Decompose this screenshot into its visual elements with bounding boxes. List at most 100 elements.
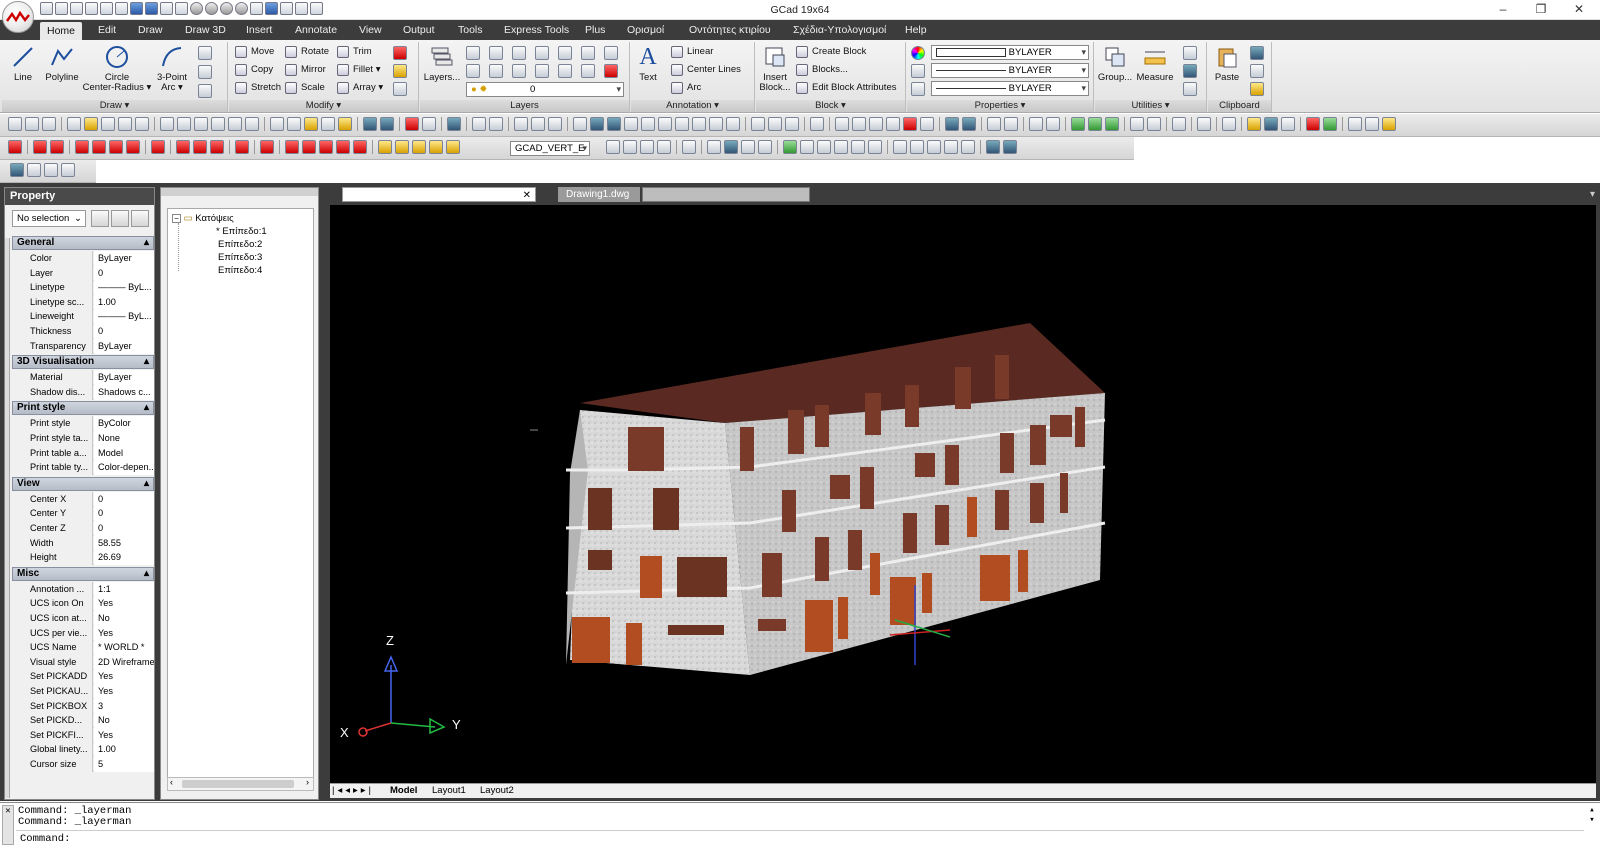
layer-tool-icon[interactable] [466,64,480,78]
tb2-wall2-icon[interactable] [193,140,207,154]
property-value[interactable]: Yes [94,625,154,641]
layer-dropdown[interactable]: ● ✹ 0 [466,82,624,97]
color-dropdown[interactable]: BYLAYER [931,45,1089,60]
property-value[interactable]: 0 [94,521,154,536]
layer-delete-icon[interactable] [604,64,618,78]
tb-help-icon[interactable] [447,117,461,131]
scroll-right-icon[interactable]: › [306,777,309,787]
tb-delete-icon[interactable] [903,117,917,131]
tb-offset-icon[interactable] [869,117,883,131]
tb-tile-icon[interactable] [1365,117,1379,131]
property-value[interactable]: 1.00 [94,742,154,758]
property-value[interactable]: 3 [94,698,154,714]
property-value[interactable]: 2D Wireframe [94,654,154,670]
insert-block-button[interactable]: Insert Block... [758,44,792,93]
property-value[interactable]: Yes [94,684,154,699]
tab-layout2[interactable]: Layout2 [480,784,514,798]
utilities-panel-label[interactable]: Utilities ▾ [1095,100,1206,112]
tb-ellipse-icon[interactable] [641,117,655,131]
tb-lengthen-icon[interactable] [1004,117,1018,131]
property-row[interactable]: Transparency ByLayer [12,338,154,354]
property-value[interactable]: ByColor [94,416,154,432]
tb2-shape2-icon[interactable] [92,140,106,154]
property-row[interactable]: Center Y0 [12,506,154,522]
command-scroll-icon[interactable]: ▴ ▾ [1586,805,1598,829]
tb-arc2-icon[interactable] [785,117,799,131]
layer-tool-icon[interactable] [535,46,549,60]
tb-annot-icon[interactable] [1281,117,1295,131]
tb2-edit1-icon[interactable] [623,140,637,154]
line-button[interactable]: Line [6,44,40,83]
layer-tool-icon[interactable] [489,64,503,78]
tb-rotate-icon[interactable] [945,117,959,131]
property-value[interactable]: 5 [94,757,154,772]
layer-tool-icon[interactable] [489,46,503,60]
section-misc[interactable]: Misc [12,566,154,581]
app-logo[interactable] [2,1,34,33]
property-value[interactable]: 26.69 [94,550,154,566]
fillet-button[interactable]: Fillet ▾ [337,62,380,78]
tb2-snap-icon[interactable] [682,140,696,154]
tb3-table-icon[interactable] [44,163,58,177]
tb-erase-icon[interactable] [405,117,419,131]
tb-move-icon[interactable] [920,117,934,131]
tb2-target-icon[interactable] [151,140,165,154]
tb-file-icon[interactable] [67,117,81,131]
tab-output[interactable]: Output [396,20,442,40]
scale-button[interactable]: Scale [285,80,325,96]
tab-dropdown-icon[interactable]: ▾ [1582,187,1595,202]
tb-chamfer-icon[interactable] [1105,117,1119,131]
measure-button[interactable]: Measure [1135,44,1175,83]
tb2-shape3-icon[interactable] [109,140,123,154]
property-row[interactable]: Set PICKD... No [12,713,154,729]
center-lines-button[interactable]: Center Lines [671,62,741,78]
property-row[interactable]: Layer 0 [12,265,154,281]
tab-express-tools[interactable]: Express Tools [497,20,576,40]
stretch-button[interactable]: Stretch [235,80,281,96]
paste-button[interactable]: Paste [1210,44,1244,83]
tab-plus[interactable]: Plus [578,20,612,40]
property-value[interactable]: 0 [94,506,154,522]
edit-block-attributes-button[interactable]: Edit Block Attributes [796,80,896,96]
tb2-wall3-icon[interactable] [210,140,224,154]
properties-panel-label[interactable]: Properties ▾ [907,100,1093,112]
property-row[interactable]: Annotation ... 1:1 [12,581,154,597]
layer-tool-icon[interactable] [558,64,572,78]
property-value[interactable]: Yes [94,669,154,685]
tb2-grid-icon[interactable] [606,140,620,154]
property-row[interactable]: UCS per vie... Yes [12,625,154,641]
explode-icon[interactable] [393,82,407,96]
erase-icon[interactable] [393,46,407,60]
tb-rect-icon[interactable] [531,117,545,131]
layout-nav-buttons[interactable]: |◂◂▸▸| [332,784,374,798]
property-row[interactable]: Set PICKAU... Yes [12,684,154,699]
draw-panel-label[interactable]: Draw ▾ [2,100,227,112]
blocks-button[interactable]: Blocks... [796,62,848,78]
tb-arc-icon[interactable] [489,117,503,131]
property-value[interactable]: Model [94,445,154,461]
tb-copy-icon[interactable] [287,117,301,131]
property-row[interactable]: Linetype sc... 1.00 [12,294,154,310]
property-value[interactable]: ——— ByL... [94,309,154,325]
tb-insert-icon[interactable] [726,117,740,131]
tb3-grid-icon[interactable] [10,163,24,177]
property-row[interactable]: Print table ty... Color-depen... [12,460,154,476]
tab-edit[interactable]: Edit [91,20,123,40]
grid-select-icon[interactable] [1183,64,1197,78]
tab-sxedia-ypologismoi[interactable]: Σχέδια-Υπολογισμοί [786,20,893,40]
property-row[interactable]: Thickness 0 [12,324,154,339]
tb2-door5-icon[interactable] [353,140,367,154]
tab-model[interactable]: Model [390,784,417,798]
circle-button[interactable]: Circle Center-Radius ▾ [82,44,152,93]
tb2-view3-icon[interactable] [741,140,755,154]
property-row[interactable]: UCS icon On Yes [12,596,154,612]
tab-insert[interactable]: Insert [239,20,279,40]
tree-horizontal-scrollbar[interactable]: ‹ › [167,777,314,791]
tb2-shade2-icon[interactable] [910,140,924,154]
property-value[interactable]: Color-depen... [94,460,154,476]
dimstyle-dropdown[interactable]: GCAD_VERT_E [510,141,590,156]
clipboard-panel-label[interactable]: Clipboard [1208,100,1271,112]
tb-pencil-icon[interactable] [1247,117,1261,131]
tb-edit-icon[interactable] [1264,117,1278,131]
property-value[interactable]: 1.00 [94,294,154,310]
